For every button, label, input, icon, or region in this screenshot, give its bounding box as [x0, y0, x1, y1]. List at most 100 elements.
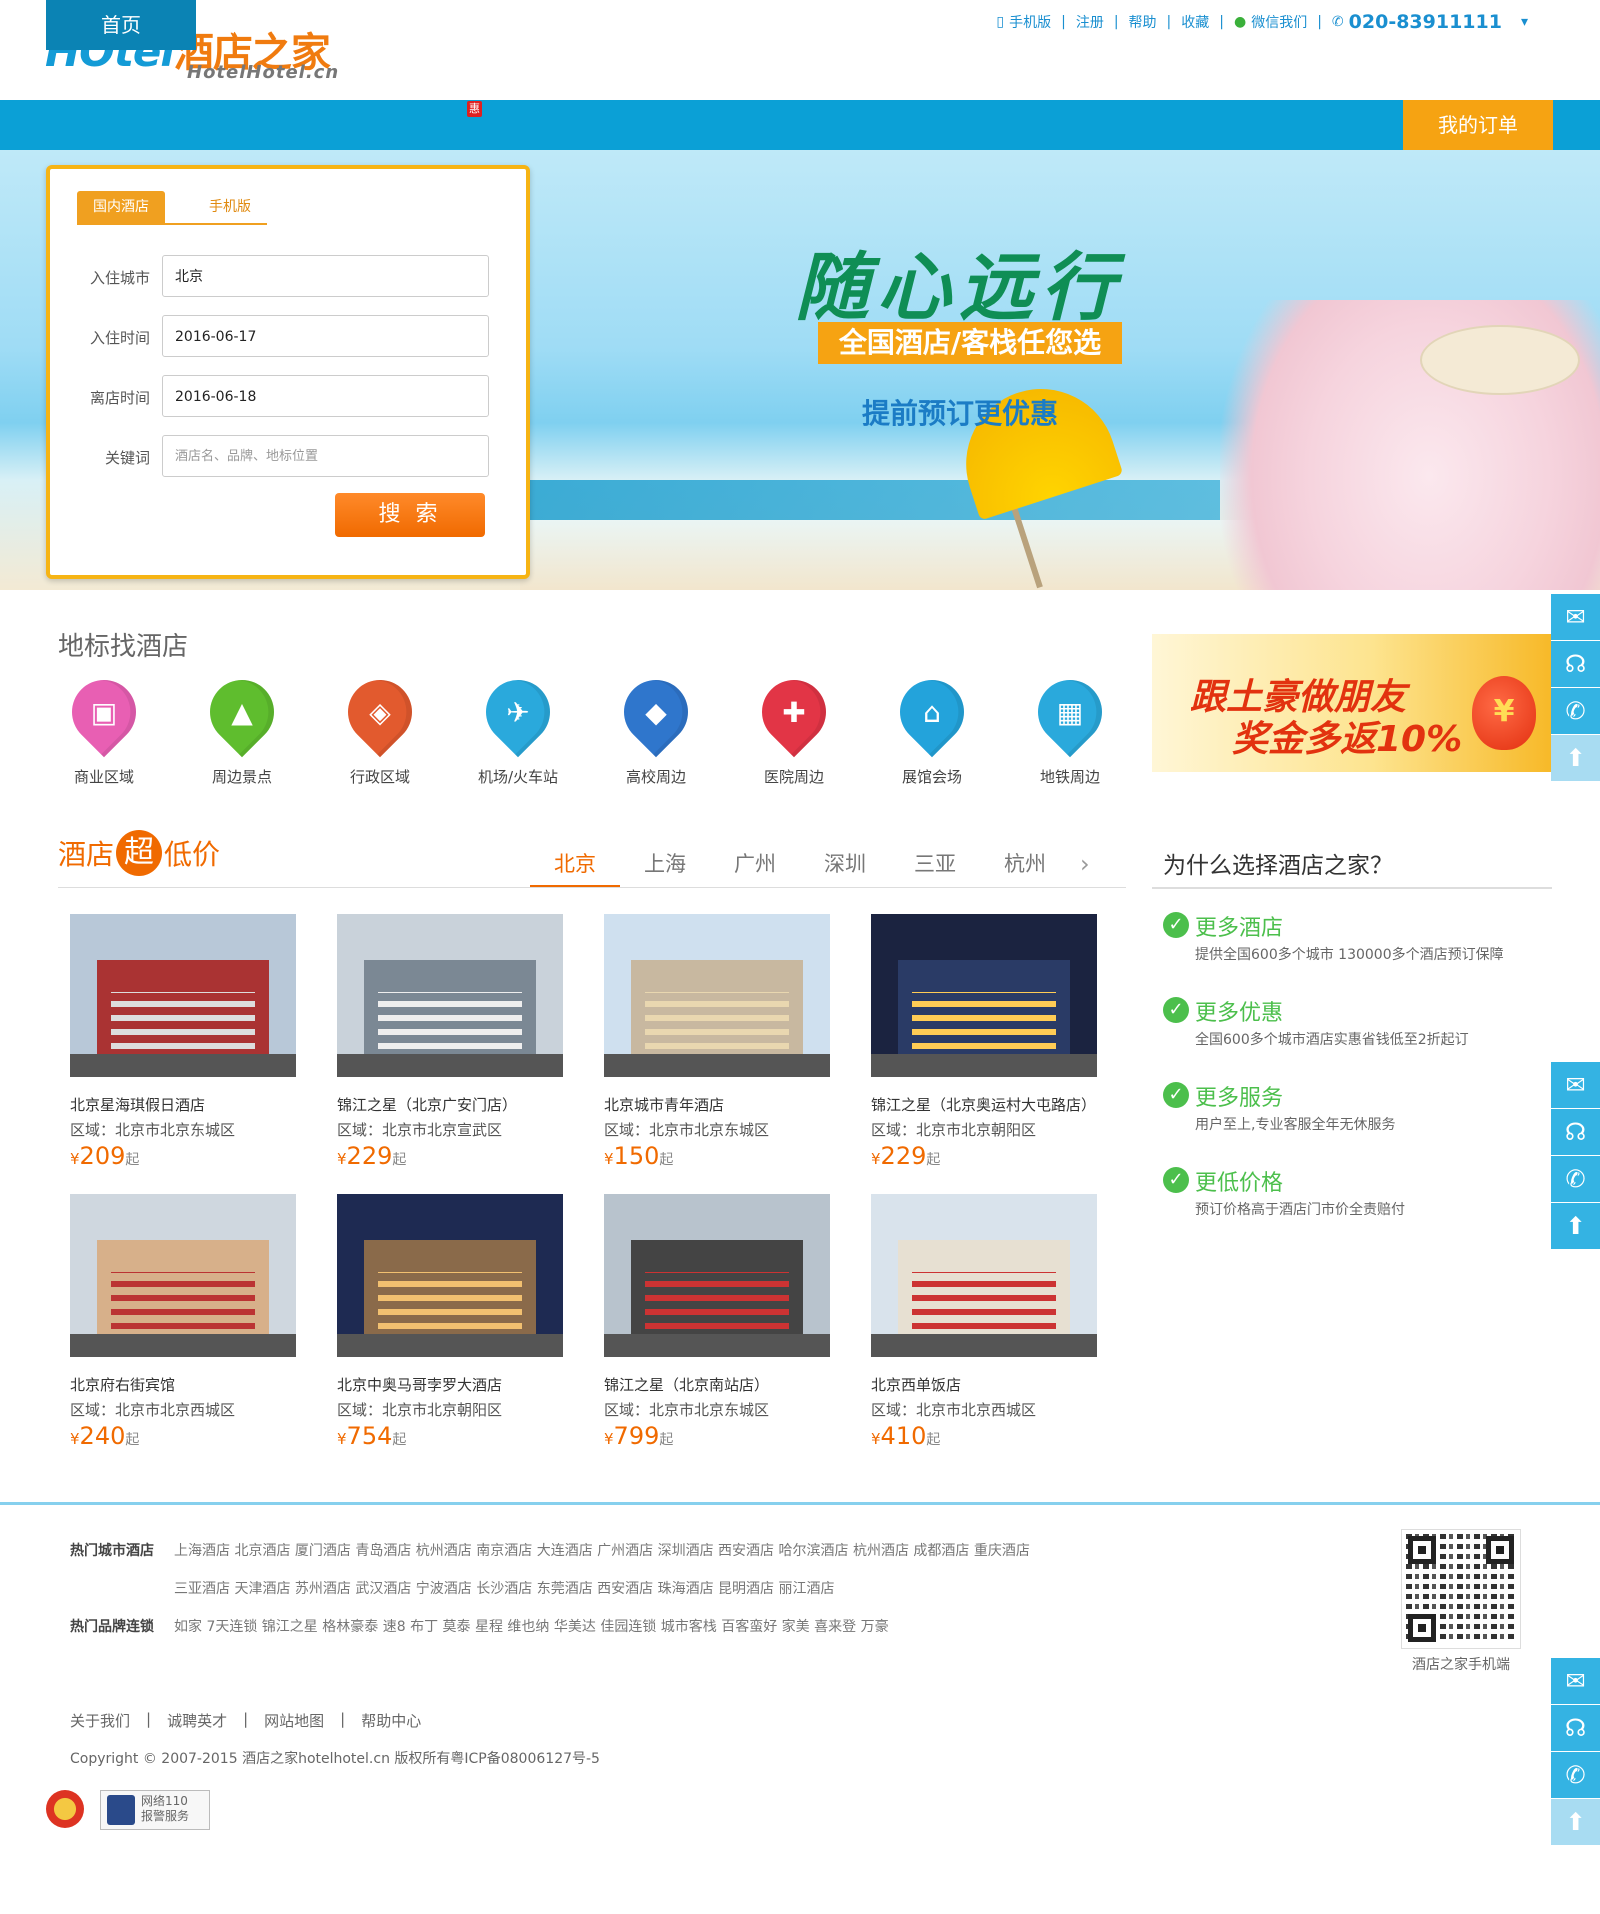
checkout-date-input[interactable]: 2016-06-18 — [162, 375, 489, 417]
landmark-district[interactable]: ◈ 行政区域 — [318, 666, 438, 790]
net-110-line-2: 报警服务 — [141, 1809, 190, 1823]
hotel-card[interactable]: 北京西单饭店 区域：北京市北京西城区 ¥410起 — [871, 1194, 1097, 1464]
phone-icon[interactable]: ✆ — [1551, 688, 1600, 735]
hotel-name[interactable]: 北京星海琪假日酒店 — [70, 1094, 205, 1115]
hotel-photo[interactable] — [337, 1194, 563, 1357]
promo-banner[interactable]: 跟土豪做朋友 奖金多返10% ¥ — [1152, 634, 1552, 772]
hotel-name[interactable]: 锦江之星（北京南站店） — [604, 1374, 769, 1395]
phone-icon[interactable]: ✆ — [1551, 1156, 1600, 1203]
hotel-photo[interactable] — [604, 1194, 830, 1357]
net-110-line-1: 网络110 — [141, 1794, 188, 1808]
footer-link-sitemap[interactable]: 网站地图 — [264, 1710, 324, 1731]
why-heading: 更低价格 — [1195, 1171, 1284, 1196]
why-desc: 全国600多个城市酒店实惠省钱低至2折起订 — [1195, 1032, 1469, 1048]
net-110-text: 网络110 报警服务 — [141, 1794, 189, 1824]
hotel-area: 区域：北京市北京东城区 — [604, 1121, 770, 1139]
tab-city-guangzhou[interactable]: 广州 — [710, 848, 800, 888]
help-link[interactable]: 帮助 — [1119, 12, 1167, 32]
nav-special-hotels[interactable]: 特价酒店 — [346, 0, 496, 50]
landmark-business[interactable]: ▣ 商业区域 — [42, 666, 162, 790]
tab-city-sanya[interactable]: 三亚 — [890, 848, 980, 888]
headset-icon[interactable]: ☊ — [1551, 1109, 1600, 1156]
phone-icon[interactable]: ✆ — [1551, 1752, 1600, 1799]
divider — [58, 887, 1126, 888]
tab-domestic-hotels[interactable]: 国内酒店 — [77, 191, 165, 223]
hot-city-links[interactable]: 上海酒店 北京酒店 厦门酒店 青岛酒店 杭州酒店 南京酒店 大连酒店 广州酒店 … — [174, 1543, 1030, 1559]
check-icon: ✓ — [1163, 1167, 1189, 1193]
checkin-city-label: 入住城市 — [89, 269, 150, 287]
wechat-icon[interactable]: ✉ — [1551, 1062, 1600, 1109]
hotel-photo[interactable] — [871, 1194, 1097, 1357]
deals-title-a: 酒店 — [58, 838, 115, 871]
keyword-input[interactable]: 酒店名、品牌、地标位置 — [162, 435, 489, 477]
why-heading: 更多服务 — [1195, 1086, 1284, 1111]
landmark-label: 展馆会场 — [901, 768, 962, 786]
hotel-card[interactable]: 北京星海琪假日酒店 区域：北京市北京东城区 ¥209起 — [70, 914, 296, 1184]
mobile-link[interactable]: ▯ 手机版 — [986, 12, 1061, 32]
landmark-label: 商业区域 — [73, 768, 134, 786]
checkin-date-input[interactable]: 2016-06-17 — [162, 315, 489, 357]
footer-link-careers[interactable]: 诚聘英才 — [167, 1710, 227, 1731]
subway-icon: ▦ — [1056, 696, 1084, 729]
hotel-photo[interactable] — [604, 914, 830, 1077]
chevron-right-icon[interactable]: › — [1080, 850, 1090, 878]
city-tabs: 北京 上海 广州 深圳 三亚 杭州 — [530, 848, 1070, 888]
nav-hotel-booking[interactable]: 酒店预订 — [196, 0, 346, 50]
landmark-hospital[interactable]: ✚ 医院周边 — [732, 666, 852, 790]
hotel-name[interactable]: 锦江之星（北京广安门店） — [337, 1094, 517, 1115]
headset-icon[interactable]: ☊ — [1551, 641, 1600, 688]
hotel-name[interactable]: 北京城市青年酒店 — [604, 1094, 724, 1115]
favorite-link[interactable]: 收藏 — [1171, 12, 1219, 32]
landmark-subway[interactable]: ▦ 地铁周边 — [1008, 666, 1128, 790]
hotel-card[interactable]: 北京府右街宾馆 区域：北京市北京西城区 ¥240起 — [70, 1194, 296, 1464]
chevron-down-icon[interactable]: ▾ — [1521, 14, 1528, 30]
hotel-card[interactable]: 锦江之星（北京广安门店） 区域：北京市北京宣武区 ¥229起 — [337, 914, 563, 1184]
landmark-scenic[interactable]: ▲ 周边景点 — [180, 666, 300, 790]
hotel-card[interactable]: 北京中奥马哥孛罗大酒店 区域：北京市北京朝阳区 ¥754起 — [337, 1194, 563, 1464]
back-to-top-icon[interactable]: ⬆ — [1551, 1203, 1600, 1250]
nav-home[interactable]: 首页 — [46, 0, 196, 50]
search-button[interactable]: 搜 索 — [335, 493, 485, 537]
hotel-photo[interactable] — [337, 914, 563, 1077]
wechat-icon[interactable]: ✉ — [1551, 1658, 1600, 1705]
tab-mobile[interactable]: 手机版 — [195, 191, 265, 223]
hot-city-links[interactable]: 三亚酒店 天津酒店 苏州酒店 武汉酒店 宁波酒店 长沙酒店 东莞酒店 西安酒店 … — [174, 1581, 835, 1597]
hotel-photo[interactable] — [70, 1194, 296, 1357]
police-emblem-icon[interactable] — [46, 1790, 84, 1828]
hotel-name[interactable]: 北京中奥马哥孛罗大酒店 — [337, 1374, 502, 1395]
tab-city-shenzhen[interactable]: 深圳 — [800, 848, 890, 888]
tab-city-shanghai[interactable]: 上海 — [620, 848, 710, 888]
wechat-icon[interactable]: ✉ — [1551, 594, 1600, 641]
hotel-name[interactable]: 北京府右街宾馆 — [70, 1374, 175, 1395]
banner-tagline: 提前预订更优惠 — [862, 397, 1059, 430]
price-value: 229 — [346, 1142, 393, 1170]
hotel-photo[interactable] — [871, 914, 1097, 1077]
hotel-photo[interactable] — [70, 914, 296, 1077]
footer-link-about[interactable]: 关于我们 — [70, 1710, 130, 1731]
landmark-exhibition[interactable]: ⌂ 展馆会场 — [870, 666, 990, 790]
checkout-date-label: 离店时间 — [89, 389, 150, 407]
hotel-area: 区域：北京市北京东城区 — [604, 1401, 770, 1419]
hotel-card[interactable]: 锦江之星（北京奥运村大屯路店） 区域：北京市北京朝阳区 ¥229起 — [871, 914, 1097, 1184]
logo-subtext: HotelHotel.cn — [187, 62, 340, 83]
landmark-airport-station[interactable]: ✈ 机场/火车站 — [456, 666, 576, 790]
currency-symbol: ¥ — [604, 1430, 614, 1448]
tab-city-hangzhou[interactable]: 杭州 — [980, 848, 1070, 888]
net-110-badge[interactable]: 网络110 报警服务 — [100, 1790, 210, 1830]
wechat-link[interactable]: ● 微信我们 — [1224, 12, 1317, 32]
headset-icon[interactable]: ☊ — [1551, 1705, 1600, 1752]
footer-link-help[interactable]: 帮助中心 — [361, 1710, 421, 1731]
checkin-city-input[interactable]: 北京 — [162, 255, 489, 297]
hotel-card[interactable]: 锦江之星（北京南站店） 区域：北京市北京东城区 ¥799起 — [604, 1194, 830, 1464]
landmark-university[interactable]: ◆ 高校周边 — [594, 666, 714, 790]
brand-links[interactable]: 如家 7天连锁 锦江之星 格林豪泰 速8 布丁 莫泰 星程 维也纳 华美达 佳园… — [174, 1619, 889, 1635]
hotel-name[interactable]: 北京西单饭店 — [871, 1374, 961, 1395]
hotel-name[interactable]: 锦江之星（北京奥运村大屯路店） — [871, 1094, 1096, 1115]
phone-link[interactable]: ✆ 020-83911111 ▾ — [1322, 11, 1538, 33]
tab-city-beijing[interactable]: 北京 — [530, 848, 620, 888]
my-orders-button[interactable]: 我的订单 — [1403, 100, 1553, 150]
back-to-top-icon[interactable]: ⬆ — [1551, 1799, 1600, 1846]
register-link[interactable]: 注册 — [1066, 12, 1114, 32]
back-to-top-icon[interactable]: ⬆ — [1551, 735, 1600, 782]
hotel-card[interactable]: 北京城市青年酒店 区域：北京市北京东城区 ¥150起 — [604, 914, 830, 1184]
